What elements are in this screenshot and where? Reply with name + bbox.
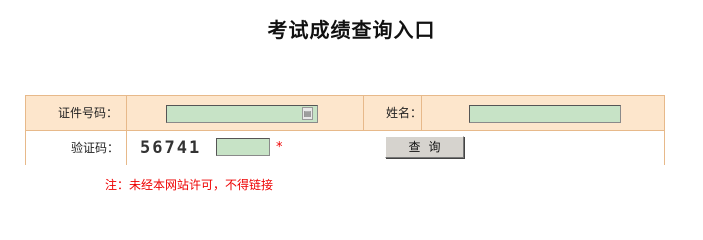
id-number-label: 证件号码： [58, 106, 119, 120]
required-mark: * [276, 140, 283, 155]
query-form: 证件号码： ▤ 姓名： 验证码： 56741 * 查询 [25, 95, 665, 165]
query-button[interactable]: 查询 [385, 136, 464, 158]
form-row-id-name: 证件号码： ▤ 姓名： [26, 96, 664, 130]
name-label: 姓名： [386, 106, 423, 120]
captcha-input[interactable] [216, 138, 270, 156]
form-row-captcha: 验证码： 56741 * 查询 [26, 131, 664, 165]
divider [126, 96, 127, 130]
divider [363, 96, 364, 130]
captcha-label: 验证码： [71, 141, 120, 155]
link-notice: 注：未经本网站许可，不得链接 [105, 178, 274, 192]
captcha-image: 56741 [140, 138, 202, 158]
id-number-input[interactable] [166, 105, 318, 123]
keyboard-icon[interactable]: ▤ [302, 107, 313, 120]
page-title: 考试成绩查询入口 [267, 18, 436, 42]
name-input[interactable] [469, 105, 621, 123]
divider [126, 131, 127, 165]
